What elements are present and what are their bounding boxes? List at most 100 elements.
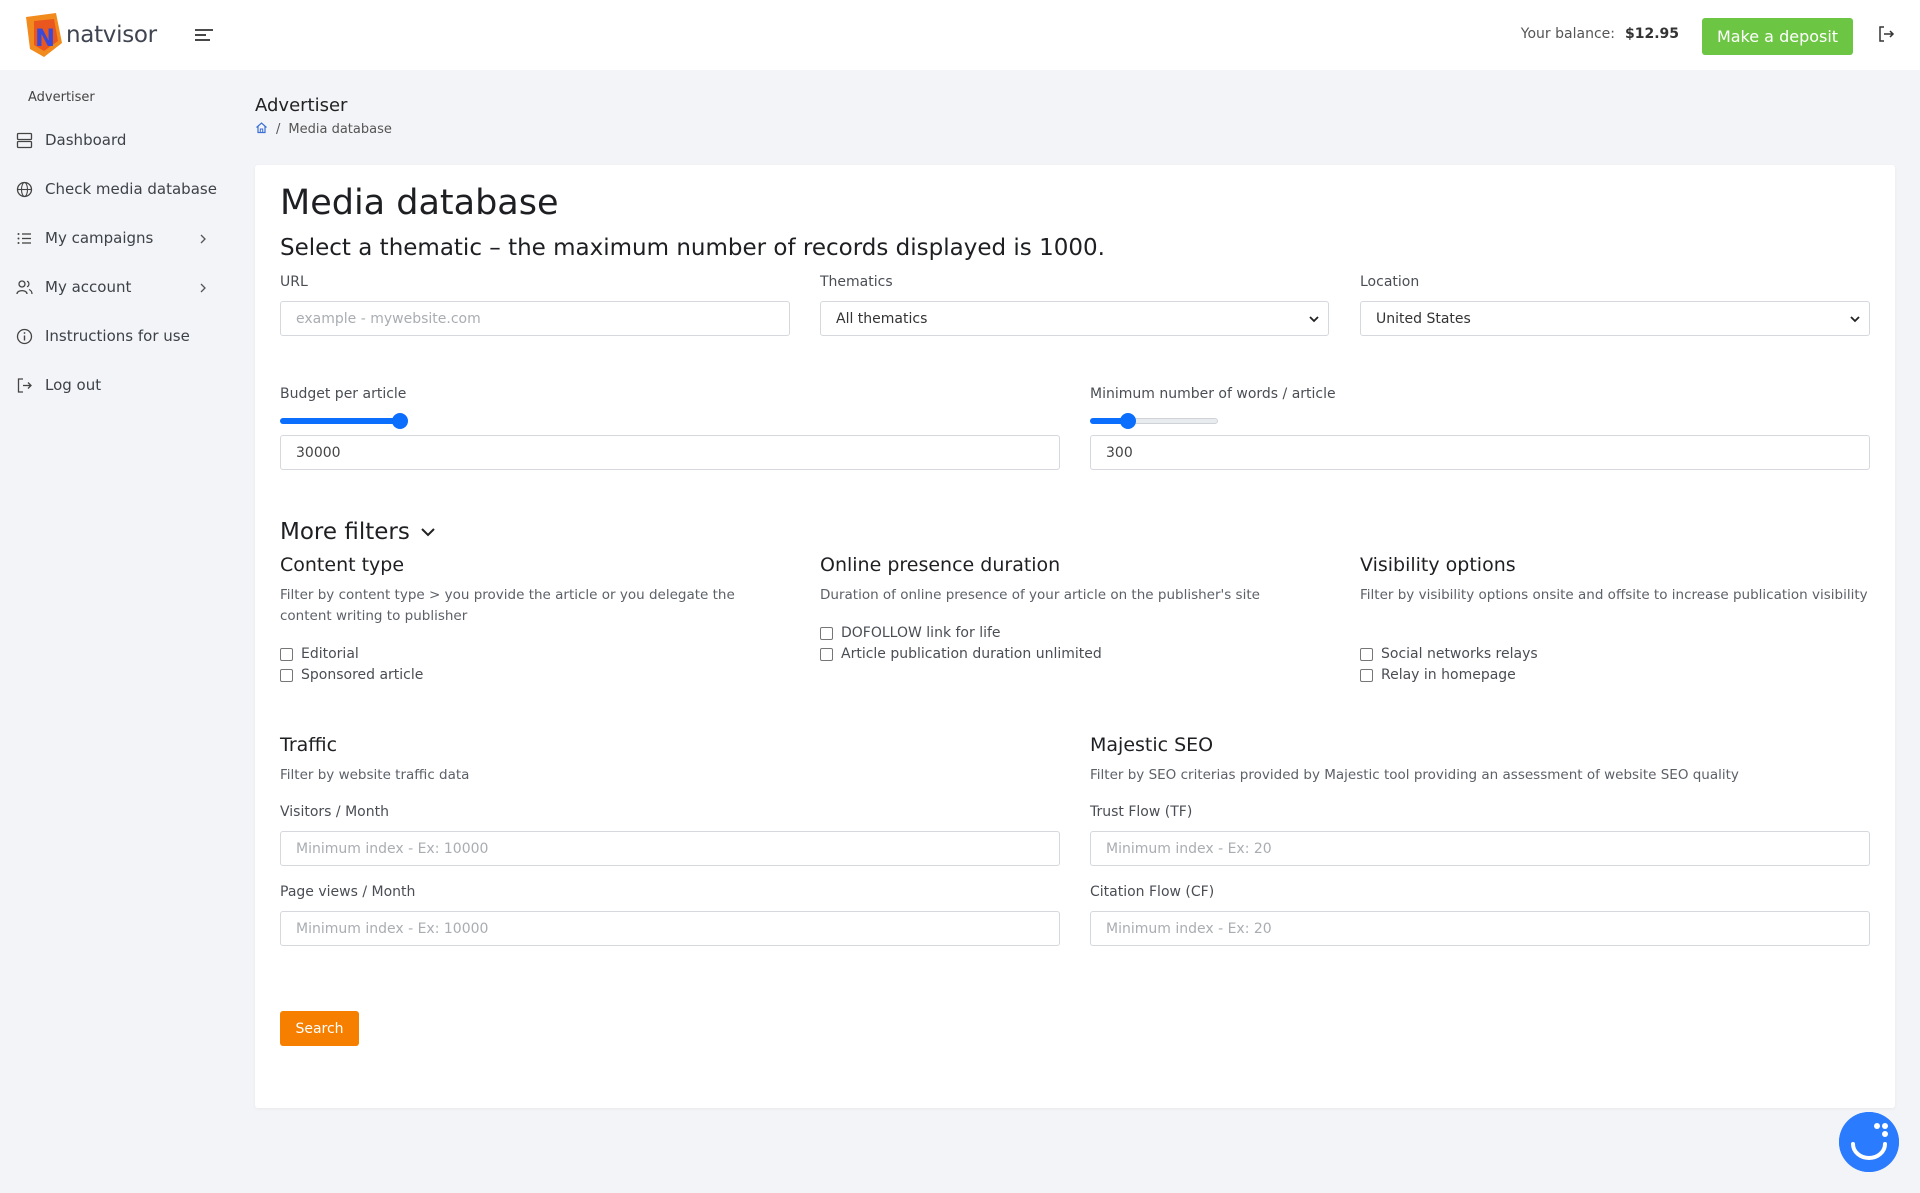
chevron-down-icon (1849, 312, 1861, 326)
chat-widget-icon[interactable] (1839, 1112, 1899, 1172)
visibility-desc: Filter by visibility options onsite and … (1360, 587, 1868, 603)
globe-icon (16, 181, 33, 198)
majestic-desc: Filter by SEO criterias provided by Maje… (1090, 767, 1739, 783)
budget-label: Budget per article (280, 386, 407, 402)
balance-amount: $12.95 (1624, 26, 1679, 42)
checkbox-label: DOFOLLOW link for life (841, 625, 1001, 641)
page-subtitle: Select a thematic – the maximum number o… (280, 235, 1105, 261)
users-icon (16, 279, 33, 296)
majestic-title: Majestic SEO (1090, 734, 1214, 756)
page-header-title: Advertiser (255, 95, 348, 116)
content-type-desc: Filter by content type > you provide the… (280, 587, 735, 624)
chevron-right-icon (197, 231, 209, 245)
budget-slider-fill (280, 418, 400, 424)
menu-toggle-icon[interactable] (192, 24, 216, 46)
visitors-label: Visitors / Month (280, 804, 389, 820)
sidebar-item-my-campaigns[interactable]: My campaigns (0, 221, 230, 255)
budget-input[interactable] (280, 435, 1060, 470)
more-filters-label: More filters (280, 519, 410, 545)
make-deposit-button[interactable]: Make a deposit (1702, 18, 1853, 55)
sidebar-item-check-media-database[interactable]: Check media database (0, 172, 230, 206)
location-select[interactable]: United States (1360, 301, 1870, 336)
natvisor-logo-icon: N (24, 13, 64, 57)
brand-name: natvisor (66, 22, 157, 48)
search-button[interactable]: Search (280, 1011, 359, 1046)
visibility-title: Visibility options (1360, 554, 1516, 576)
more-filters-toggle[interactable]: More filters (280, 519, 436, 545)
citation-flow-label: Citation Flow (CF) (1090, 884, 1215, 900)
url-input[interactable] (280, 301, 790, 336)
words-slider[interactable] (1090, 412, 1218, 429)
checkbox-label: Relay in homepage (1381, 667, 1516, 683)
checkbox-label: Social networks relays (1381, 646, 1538, 662)
brand-logo[interactable]: N natvisor (24, 12, 157, 58)
sidebar-item-instructions[interactable]: Instructions for use (0, 319, 230, 353)
trust-flow-input[interactable] (1090, 831, 1870, 866)
sidebar-item-label: Instructions for use (45, 327, 190, 345)
relay-homepage-checkbox[interactable]: Relay in homepage (1360, 667, 1516, 683)
location-label: Location (1360, 274, 1420, 290)
editorial-checkbox[interactable]: Editorial (280, 646, 359, 662)
social-relays-checkbox[interactable]: Social networks relays (1360, 646, 1538, 662)
budget-slider-thumb[interactable] (392, 413, 408, 429)
citation-flow-input[interactable] (1090, 911, 1870, 946)
sidebar-item-my-account[interactable]: My account (0, 270, 230, 304)
sidebar-item-label: My account (45, 278, 132, 296)
checkbox[interactable] (820, 647, 833, 661)
chevron-down-icon (420, 519, 436, 545)
sidebar-heading: Advertiser (28, 90, 95, 105)
thematics-label: Thematics (820, 274, 893, 290)
checkbox[interactable] (1360, 668, 1373, 682)
traffic-title: Traffic (280, 734, 338, 756)
logout-icon (16, 377, 33, 394)
checkbox-label: Editorial (301, 646, 359, 662)
balance-label: Your balance: (1520, 26, 1615, 42)
svg-text:N: N (35, 24, 55, 52)
home-icon[interactable] (255, 121, 268, 138)
breadcrumb-separator-icon: / (276, 122, 281, 137)
sidebar-item-label: My campaigns (45, 229, 154, 247)
traffic-desc: Filter by website traffic data (280, 767, 470, 783)
thematics-select[interactable]: All thematics (820, 301, 1329, 336)
checkbox[interactable] (280, 668, 293, 682)
logout-icon[interactable] (1876, 24, 1896, 44)
dofollow-checkbox[interactable]: DOFOLLOW link for life (820, 625, 1001, 641)
server-icon (16, 132, 33, 149)
chevron-right-icon (197, 280, 209, 294)
content-type-title: Content type (280, 554, 405, 576)
list-icon (16, 230, 33, 247)
chevron-down-icon (1308, 312, 1320, 326)
sidebar-item-label: Check media database (45, 180, 217, 198)
info-icon (16, 328, 33, 345)
words-slider-thumb[interactable] (1120, 413, 1136, 429)
location-value: United States (1376, 310, 1471, 327)
visitors-input[interactable] (280, 831, 1060, 866)
top-bar: N natvisor Your balance: $12.95 Make a d… (0, 0, 1920, 70)
online-presence-title: Online presence duration (820, 554, 1061, 576)
balance-display: Your balance: $12.95 (1521, 26, 1679, 42)
online-presence-desc: Duration of online presence of your arti… (820, 587, 1260, 603)
thematics-value: All thematics (836, 310, 928, 327)
sidebar-item-label: Dashboard (45, 131, 127, 149)
checkbox[interactable] (280, 647, 293, 661)
checkbox-label: Sponsored article (301, 667, 424, 683)
trust-flow-label: Trust Flow (TF) (1090, 804, 1193, 820)
pageviews-input[interactable] (280, 911, 1060, 946)
checkbox[interactable] (1360, 647, 1373, 661)
budget-slider[interactable] (280, 412, 408, 429)
sidebar-item-dashboard[interactable]: Dashboard (0, 123, 230, 157)
url-label: URL (280, 274, 308, 290)
sidebar-item-label: Log out (45, 376, 102, 394)
sponsored-article-checkbox[interactable]: Sponsored article (280, 667, 423, 683)
checkbox-label: Article publication duration unlimited (841, 646, 1102, 662)
sidebar: Advertiser Dashboard Check media databas… (0, 70, 240, 1193)
checkbox[interactable] (820, 626, 833, 640)
breadcrumb: / Media database (255, 121, 392, 138)
words-input[interactable] (1090, 435, 1870, 470)
sidebar-item-log-out[interactable]: Log out (0, 368, 230, 402)
page-title: Media database (280, 183, 559, 223)
breadcrumb-current: Media database (288, 122, 392, 137)
pageviews-label: Page views / Month (280, 884, 416, 900)
duration-unlimited-checkbox[interactable]: Article publication duration unlimited (820, 646, 1102, 662)
words-label: Minimum number of words / article (1090, 386, 1336, 402)
